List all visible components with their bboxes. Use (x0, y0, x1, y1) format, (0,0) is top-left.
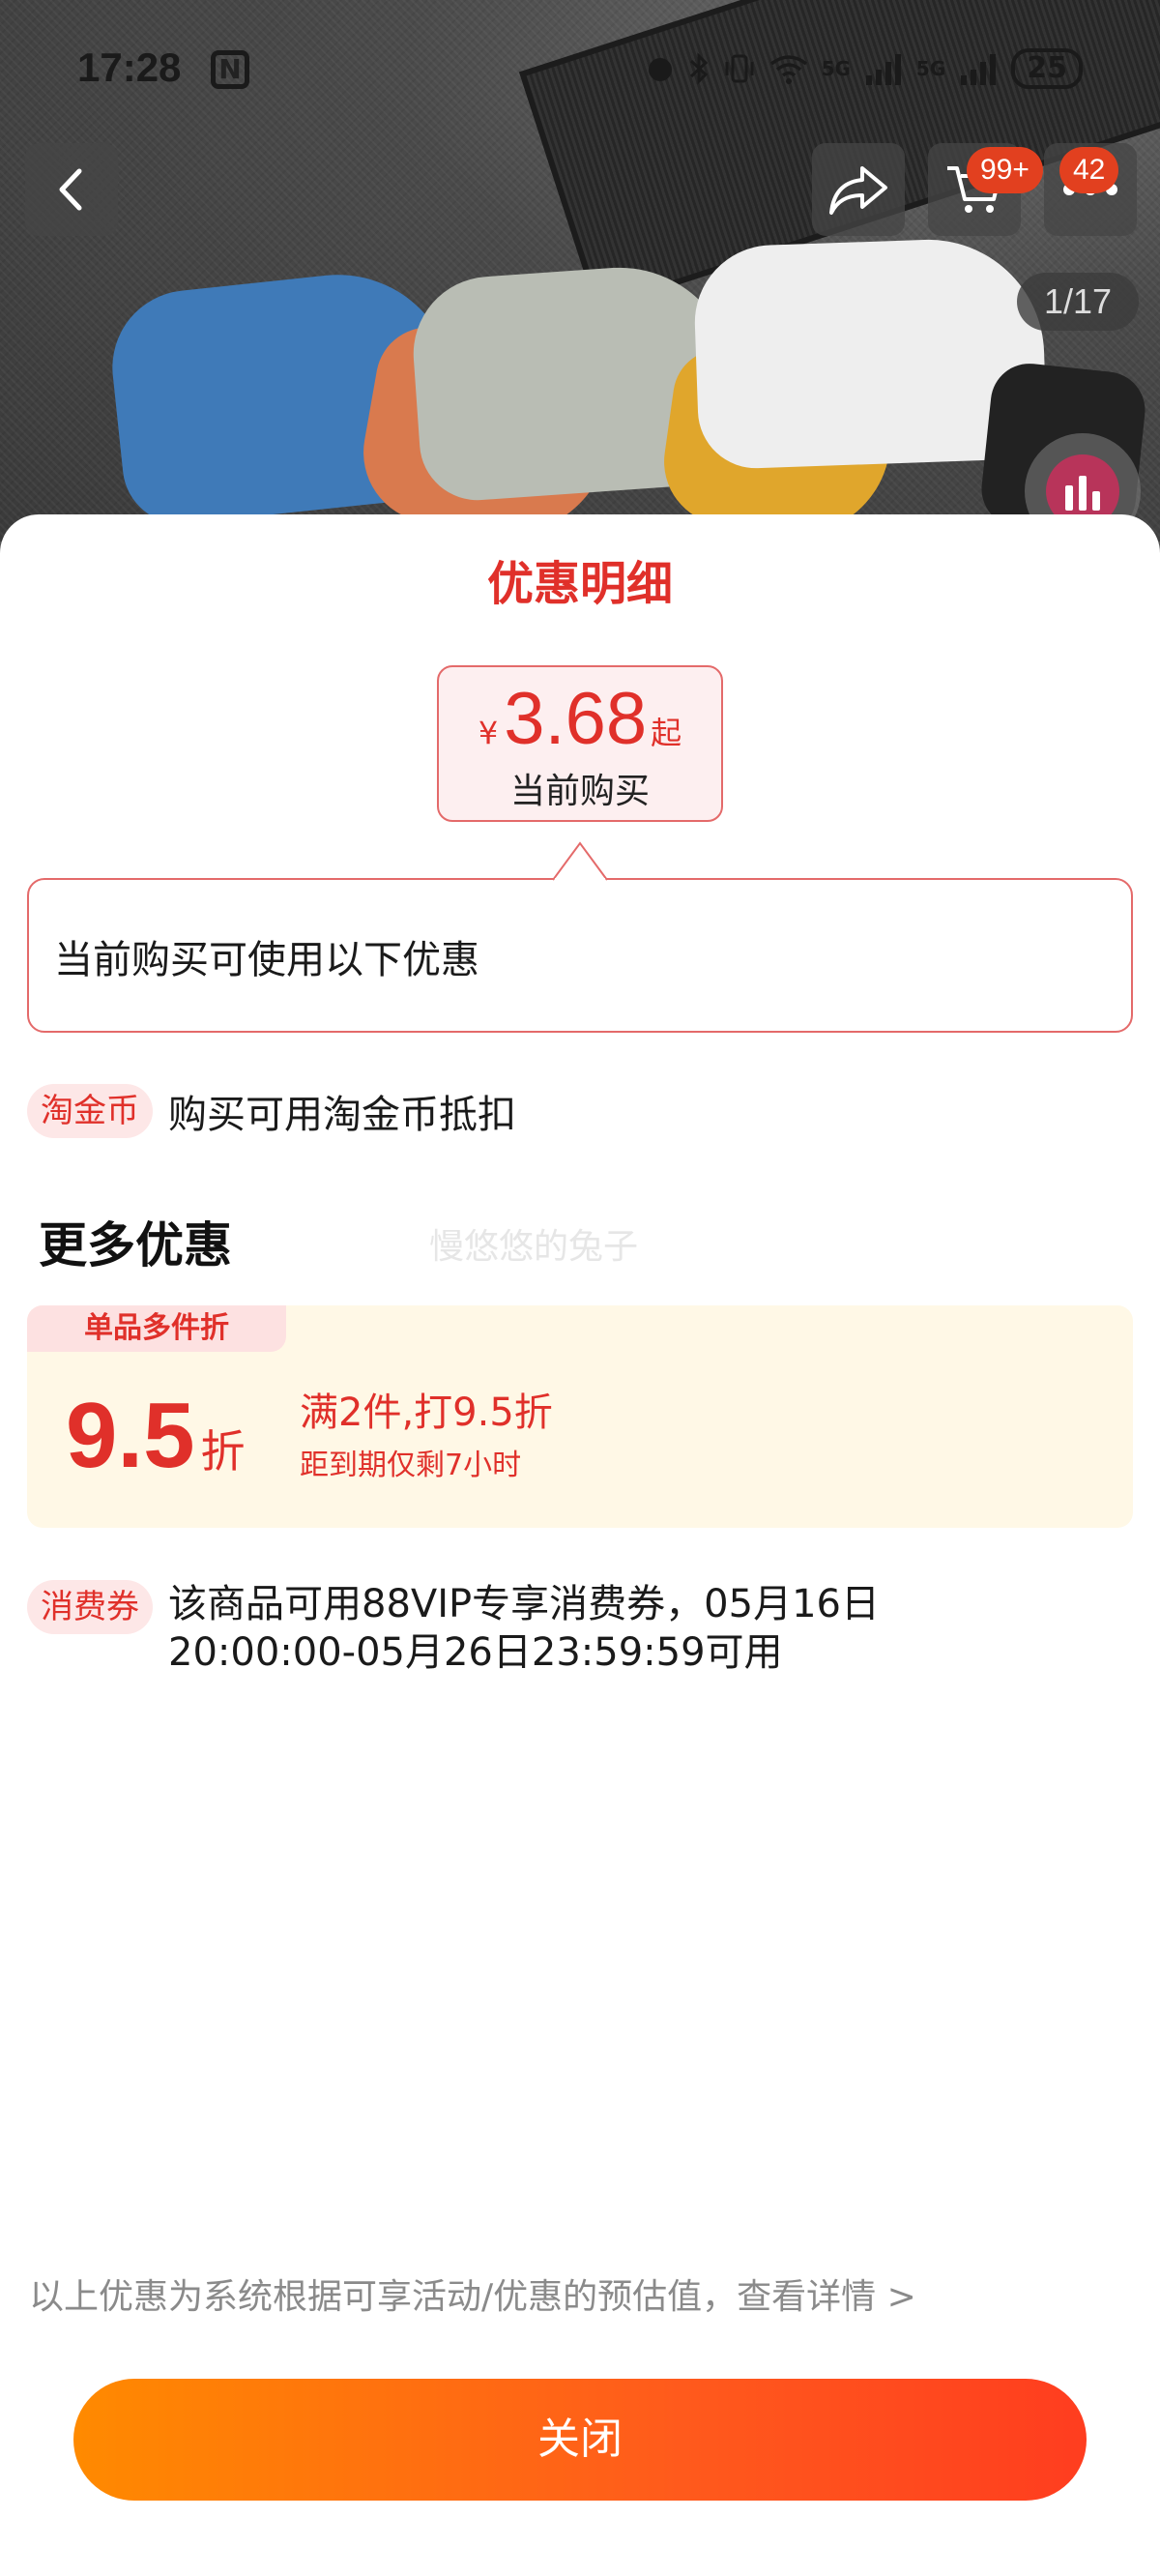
more-offers-title: 更多优惠 (39, 1217, 232, 1273)
discount-expire: 距到期仅剩7小时 (300, 1449, 522, 1482)
close-button[interactable]: 关闭 (73, 2379, 1087, 2501)
multi-item-discount-card[interactable]: 单品多件折 9.5 折 满2件,打9.5折 距到期仅剩7小时 (27, 1305, 1133, 1528)
coupon-description-line2: 20:00:00-05月26日23:59:59可用 (168, 1630, 783, 1675)
coupon-description: 该商品可用88VIP专享消费券，05月16日 20:00:00-05月26日23… (168, 1580, 1135, 1677)
back-button[interactable] (25, 143, 118, 236)
cart-count-badge: 99+ (967, 147, 1043, 193)
multi-item-discount-tag: 单品多件折 (27, 1305, 286, 1352)
image-page-indicator: 1/17 (1017, 273, 1139, 331)
status-bar: 17:28 N 5G 5G 25 (0, 0, 1160, 135)
available-offers-text: 当前购买可使用以下优惠 (54, 938, 479, 982)
gold-coin-tag: 淘金币 (27, 1084, 153, 1138)
current-price-box: ¥ 3.68 起 当前购买 (437, 665, 723, 822)
discount-rule: 满2件,打9.5折 (300, 1390, 553, 1435)
watermark: 慢悠悠的兔子 (429, 1227, 639, 1267)
coupon-description-line1: 该商品可用88VIP专享消费券，05月16日 (168, 1582, 880, 1626)
price-caption: 当前购买 (509, 772, 650, 811)
status-icons: 5G 5G 25 (646, 48, 1083, 89)
network-5g-label-2: 5G (915, 57, 946, 80)
status-time: 17:28 (77, 44, 182, 90)
discount-detail-sheet: 优惠明细 ¥ 3.68 起 当前购买 当前购买可使用以下优惠 淘金币 购买可用淘… (0, 514, 1160, 2576)
discount-number: 9.5 (66, 1384, 195, 1487)
battery-icon: 25 (1011, 48, 1083, 89)
discount-value: 9.5 折 (66, 1383, 245, 1489)
price-currency: ¥ (478, 715, 499, 751)
share-button[interactable] (812, 143, 905, 236)
signal-icon-2 (961, 54, 997, 85)
wifi-icon (769, 55, 807, 84)
signal-icon (865, 54, 901, 85)
available-offers-box: 当前购买可使用以下优惠 (27, 878, 1133, 1033)
coupon-row[interactable]: 消费券 该商品可用88VIP专享消费券，05月16日 20:00:00-05月2… (27, 1580, 1135, 1677)
message-count-badge: 42 (1059, 147, 1119, 193)
price-line: ¥ 3.68 起 (439, 677, 721, 761)
vibrate-icon (725, 54, 754, 83)
back-arrow-icon (59, 168, 82, 211)
price-suffix: 起 (651, 715, 682, 751)
network-5g-label: 5G (821, 57, 851, 80)
gold-coin-row[interactable]: 淘金币 购买可用淘金币抵扣 (27, 1083, 516, 1139)
share-icon (829, 166, 887, 215)
nfc-icon: N (211, 50, 249, 89)
alarm-icon (648, 58, 672, 81)
discount-unit: 折 (200, 1425, 246, 1478)
price-amount: 3.68 (504, 678, 648, 760)
view-details-link[interactable]: 以上优惠为系统根据可享活动/优惠的预估值，查看详情 > (29, 2269, 916, 2319)
bluetooth-icon (689, 52, 708, 85)
sheet-title: 优惠明细 (486, 557, 673, 611)
coupon-tag: 消费券 (27, 1580, 153, 1634)
gold-coin-description: 购买可用淘金币抵扣 (168, 1093, 516, 1137)
